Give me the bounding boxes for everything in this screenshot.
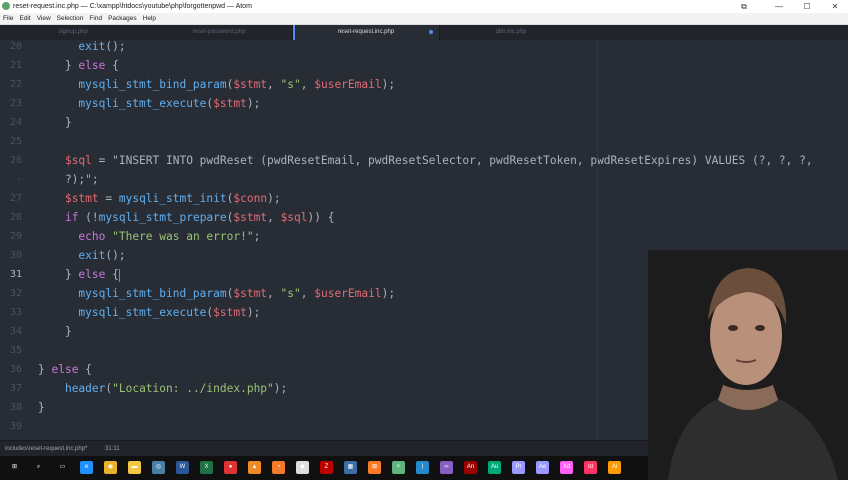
search-icon[interactable]: ⌕ [32, 461, 45, 474]
code-text[interactable]: $stmt = mysqli_stmt_init($conn); [38, 189, 281, 208]
wrap-guide [597, 40, 598, 440]
code-text[interactable]: } [38, 322, 72, 341]
code-text[interactable]: exit(); [38, 37, 125, 56]
code-text[interactable]: ?);"; [38, 170, 99, 189]
line-number: 21 [9, 60, 22, 71]
code-text[interactable]: exit(); [38, 246, 125, 265]
modified-indicator-icon[interactable] [429, 30, 433, 34]
line-number: 32 [9, 288, 22, 299]
visual-studio-icon[interactable]: ∞ [440, 461, 453, 474]
blender-icon[interactable]: ◔ [272, 461, 285, 474]
after-effects-icon[interactable]: Ae [536, 461, 549, 474]
line-number: 24 [9, 117, 22, 128]
animate-icon[interactable]: An [464, 461, 477, 474]
webcam-overlay [648, 250, 848, 480]
line-number: 35 [9, 345, 22, 356]
line-number: 20 [9, 41, 22, 52]
line-number: 37 [9, 383, 22, 394]
tab-label: signup.php [58, 29, 88, 35]
code-text[interactable]: header("Location: ../index.php"); [38, 379, 287, 398]
code-text[interactable]: echo "There was an error!"; [38, 227, 260, 246]
menu-file[interactable]: File [0, 13, 16, 24]
line-number: 33 [9, 307, 22, 318]
title-bar: reset-request.inc.php — C:\xampp\htdocs\… [0, 0, 848, 13]
menu-bar: File Edit View Selection Find Packages Help [0, 13, 848, 25]
photos-icon[interactable]: ▦ [344, 461, 357, 474]
audition-icon[interactable]: Au [488, 461, 501, 474]
file-explorer-icon[interactable]: ▬ [128, 461, 141, 474]
line-number: 34 [9, 326, 22, 337]
minimize-button[interactable]: — [766, 0, 792, 13]
line-number: · [15, 174, 22, 185]
menu-selection[interactable]: Selection [54, 13, 87, 24]
code-text[interactable]: mysqli_stmt_execute($stmt); [38, 94, 260, 113]
word-icon[interactable]: W [176, 461, 189, 474]
vlc-icon[interactable]: ▲ [248, 461, 261, 474]
steam-icon[interactable]: ◎ [152, 461, 165, 474]
menu-view[interactable]: View [34, 13, 54, 24]
maximize-button[interactable]: ☐ [794, 0, 820, 13]
line-number: 28 [9, 212, 22, 223]
text-cursor [118, 268, 120, 282]
excel-icon[interactable]: X [200, 461, 213, 474]
unity-icon[interactable]: ◆ [296, 461, 309, 474]
window-title: reset-request.inc.php — C:\xampp\htdocs\… [13, 3, 252, 10]
line-number: 29 [9, 231, 22, 242]
xampp-icon[interactable]: ⊠ [368, 461, 381, 474]
status-file-path[interactable]: includes\reset-request.inc.php* [5, 441, 87, 457]
code-text[interactable]: } [38, 113, 72, 132]
code-text[interactable]: } else { [38, 360, 92, 379]
menu-find[interactable]: Find [86, 13, 105, 24]
line-number: 36 [9, 364, 22, 375]
menu-edit[interactable]: Edit [16, 13, 33, 24]
premiere-icon[interactable]: Pr [512, 461, 525, 474]
code-text[interactable]: if (!mysqli_stmt_prepare($stmt, $sql)) { [38, 208, 335, 227]
edge-icon[interactable]: e [80, 461, 93, 474]
tab-dbh[interactable]: dbh.inc.php [438, 25, 584, 40]
tab-reset-password[interactable]: reset-password.php [146, 25, 292, 40]
atom-app-icon [2, 2, 10, 10]
line-number: 39 [9, 421, 22, 432]
xd-icon[interactable]: Xd [560, 461, 573, 474]
tab-label: reset-password.php [192, 29, 246, 35]
code-text[interactable]: mysqli_stmt_execute($stmt); [38, 303, 260, 322]
task-view-icon[interactable]: ▭ [56, 461, 69, 474]
restore-icon[interactable]: ⧉ [731, 0, 757, 13]
line-number: 27 [9, 193, 22, 204]
filezilla-icon[interactable]: Z [320, 461, 333, 474]
line-number: 30 [9, 250, 22, 261]
windows-start-icon[interactable]: ⊞ [8, 461, 21, 474]
line-number: 23 [9, 98, 22, 109]
tab-bar: signup.php reset-password.php reset-requ… [0, 25, 848, 41]
status-cursor-position[interactable]: 31:11 [105, 441, 120, 457]
tab-label: reset-request.inc.php [337, 29, 395, 35]
code-text[interactable]: } [38, 398, 45, 417]
illustrator-icon[interactable]: Ai [608, 461, 621, 474]
line-number: 22 [9, 79, 22, 90]
indesign-icon[interactable]: Id [584, 461, 597, 474]
chrome-icon[interactable]: ◉ [104, 461, 117, 474]
presenter-image [648, 250, 848, 480]
line-number: 38 [9, 402, 22, 413]
close-button[interactable]: ✕ [822, 0, 848, 13]
menu-help[interactable]: Help [140, 13, 159, 24]
code-text[interactable]: mysqli_stmt_bind_param($stmt, "s", $user… [38, 75, 395, 94]
line-number: 31 [9, 269, 22, 280]
code-text[interactable]: } else { [38, 265, 120, 284]
record-icon[interactable]: ● [224, 461, 237, 474]
menu-packages[interactable]: Packages [105, 13, 140, 24]
atom-icon[interactable]: ⚛ [392, 461, 405, 474]
line-number: 26 [9, 155, 22, 166]
tab-reset-request[interactable]: reset-request.inc.php [292, 25, 440, 40]
vscode-icon[interactable]: ⟩ [416, 461, 429, 474]
code-text[interactable]: } else { [38, 56, 119, 75]
code-text[interactable]: mysqli_stmt_bind_param($stmt, "s", $user… [38, 284, 395, 303]
tab-label: dbh.inc.php [495, 29, 527, 35]
line-number: 25 [9, 136, 22, 147]
code-text[interactable]: $sql = "INSERT INTO pwdReset (pwdResetEm… [38, 151, 813, 170]
